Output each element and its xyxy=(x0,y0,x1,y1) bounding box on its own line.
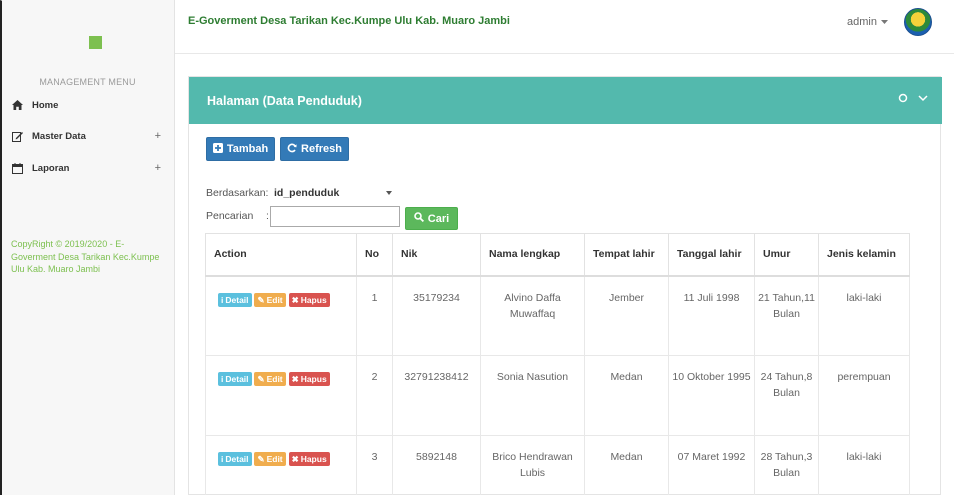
search-separator: : xyxy=(266,210,269,222)
edit-icon: ✎ xyxy=(257,374,265,384)
penduduk-table: Action No Nik Nama lengkap Tempat lahir … xyxy=(205,233,910,495)
action-cell: i Detail ✎ Edit ✖ Hapus xyxy=(205,275,357,356)
user-name: admin xyxy=(847,16,877,28)
search-label: Pencarian xyxy=(206,210,254,222)
action-cell: i Detail ✎ Edit ✖ Hapus xyxy=(205,435,357,495)
detail-button[interactable]: i Detail xyxy=(218,292,252,307)
column-header-tempat: Tempat lahir xyxy=(584,233,669,277)
column-header-jk: Jenis kelamin xyxy=(818,233,910,277)
table-row: i Detail ✎ Edit ✖ Hapus 3 5892148 Brico Hen… xyxy=(205,435,910,495)
home-icon xyxy=(10,100,24,110)
edit-button[interactable]: ✎ Edit xyxy=(254,372,286,386)
menu-header: MANAGEMENT MENU xyxy=(39,77,136,87)
cell-jk: laki-laki xyxy=(818,275,910,356)
add-button[interactable]: Tambah xyxy=(206,137,275,161)
app-title: E-Goverment Desa Tarikan Kec.Kumpe Ulu K… xyxy=(188,15,510,27)
expand-icon[interactable]: + xyxy=(155,162,161,174)
cell-jk: laki-laki xyxy=(818,435,910,495)
column-header-umur: Umur xyxy=(754,233,819,277)
column-header-tanggal: Tanggal lahir xyxy=(668,233,755,277)
edit-icon: ✎ xyxy=(257,294,265,305)
caret-down-icon xyxy=(881,16,888,28)
cell-nama: Sonia Nasution xyxy=(480,355,585,436)
cell-nik: 32791238412 xyxy=(392,355,481,436)
sidebar-item-label: Laporan xyxy=(32,162,70,174)
info-icon: i xyxy=(221,294,224,305)
close-icon: ✖ xyxy=(291,374,299,384)
delete-button[interactable]: ✖ Hapus xyxy=(288,452,330,466)
table-row: i Detail ✎ Edit ✖ Hapus 2 32791238412 Sonia… xyxy=(205,355,910,436)
cell-tempat: Medan xyxy=(584,355,669,436)
cell-nik: 5892148 xyxy=(392,435,481,495)
collapse-icon[interactable] xyxy=(918,93,928,106)
cell-tanggal: 07 Maret 1992 xyxy=(668,435,755,495)
user-menu[interactable]: admin xyxy=(847,16,888,28)
chevron-down-icon xyxy=(386,191,392,195)
cell-umur: 21 Tahun,11 Bulan xyxy=(754,275,819,356)
detail-button[interactable]: i Detail xyxy=(218,372,252,386)
cell-no: 2 xyxy=(356,355,393,436)
avatar[interactable] xyxy=(904,8,932,36)
filter-select[interactable]: id_penduduk xyxy=(272,182,400,204)
search-input[interactable] xyxy=(270,206,400,227)
edit-button[interactable]: ✎ Edit xyxy=(254,452,286,466)
sidebar-item-label: Home xyxy=(32,99,59,111)
search-icon xyxy=(413,212,424,225)
refresh-button[interactable]: Refresh xyxy=(280,137,349,161)
expand-icon[interactable]: + xyxy=(155,130,161,142)
cell-tempat: Medan xyxy=(584,435,669,495)
cell-nik: 35179234 xyxy=(392,275,481,356)
close-icon: ✖ xyxy=(291,454,299,464)
action-cell: i Detail ✎ Edit ✖ Hapus xyxy=(205,355,357,436)
cell-tanggal: 10 Oktober 1995 xyxy=(668,355,755,436)
delete-button[interactable]: ✖ Hapus xyxy=(288,292,330,307)
sidebar-item-home[interactable]: Home xyxy=(2,95,173,115)
edit-icon: ✎ xyxy=(257,454,265,464)
cell-jk: perempuan xyxy=(818,355,910,436)
column-header-no: No xyxy=(356,233,393,277)
calendar-icon xyxy=(10,162,24,174)
copyright-text: CopyRight © 2019/2020 - E-Goverment Desa… xyxy=(11,239,160,274)
cell-no: 1 xyxy=(356,275,393,356)
cell-nama: Alvino Daffa Muwaffaq xyxy=(480,275,585,356)
refresh-icon xyxy=(287,143,297,156)
detail-button[interactable]: i Detail xyxy=(218,452,252,466)
info-icon: i xyxy=(221,374,224,384)
panel-header: Halaman (Data Penduduk) xyxy=(189,77,942,124)
cell-tempat: Jember xyxy=(584,275,669,356)
column-header-nama: Nama lengkap xyxy=(480,233,585,277)
column-header-nik: Nik xyxy=(392,233,481,277)
column-header-action: Action xyxy=(205,233,357,277)
filter-label: Berdasarkan: xyxy=(206,187,269,199)
plus-square-icon xyxy=(212,142,223,156)
info-icon: i xyxy=(221,454,224,464)
table-header-row: Action No Nik Nama lengkap Tempat lahir … xyxy=(205,233,910,277)
table-row: i Detail ✎ Edit ✖ Hapus 1 35179234 Alvino D… xyxy=(205,275,910,356)
edit-icon xyxy=(10,131,24,142)
refresh-small-icon[interactable] xyxy=(898,93,908,106)
sidebar-item-master-data[interactable]: Master Data + xyxy=(2,126,173,146)
sidebar: MANAGEMENT MENU Home Master Data + Lapor… xyxy=(2,0,175,495)
search-button[interactable]: Cari xyxy=(405,207,458,230)
top-navbar: E-Goverment Desa Tarikan Kec.Kumpe Ulu K… xyxy=(175,0,954,54)
sidebar-item-label: Master Data xyxy=(32,130,86,142)
logo[interactable] xyxy=(89,36,102,49)
delete-button[interactable]: ✖ Hapus xyxy=(288,372,330,386)
cell-no: 3 xyxy=(356,435,393,495)
cell-tanggal: 11 Juli 1998 xyxy=(668,275,755,356)
panel-title: Halaman (Data Penduduk) xyxy=(207,94,362,108)
edit-button[interactable]: ✎ Edit xyxy=(254,292,286,307)
cell-umur: 24 Tahun,8 Bulan xyxy=(754,355,819,436)
close-icon: ✖ xyxy=(291,294,299,305)
cell-nama: Brico Hendrawan Lubis xyxy=(480,435,585,495)
panel-tools xyxy=(898,93,928,106)
cell-umur: 28 Tahun,3 Bulan xyxy=(754,435,819,495)
sidebar-item-laporan[interactable]: Laporan + xyxy=(2,158,173,178)
